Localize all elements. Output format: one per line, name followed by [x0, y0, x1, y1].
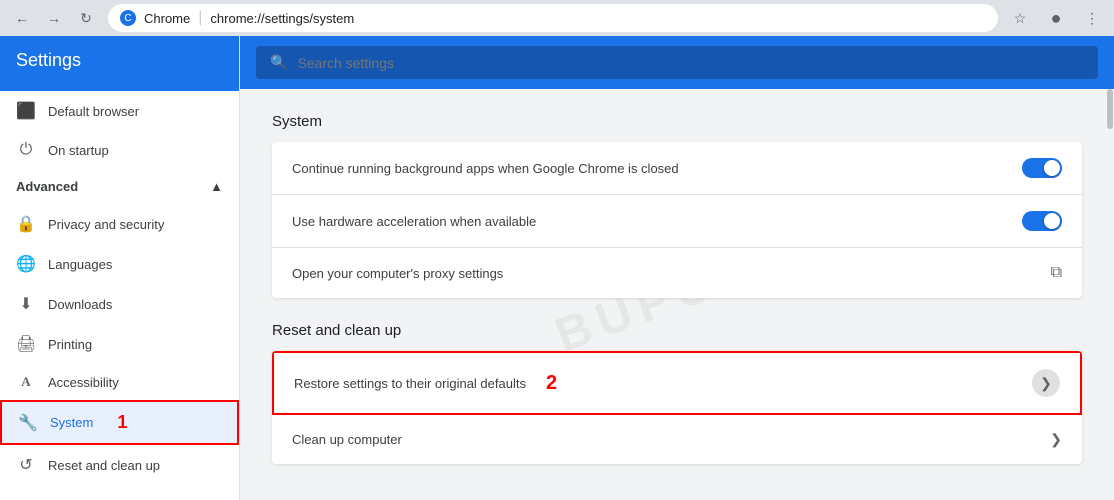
settings-title: Settings	[16, 46, 223, 81]
background-apps-row[interactable]: Continue running background apps when Go…	[272, 142, 1082, 195]
globe-icon: 🌐	[16, 254, 36, 274]
sidebar-item-reset[interactable]: ↺ Reset and clean up	[0, 445, 239, 485]
reset-section-title: Reset and clean up	[272, 322, 1082, 339]
url-text: chrome://settings/system	[210, 11, 354, 26]
search-header: 🔍	[240, 36, 1114, 89]
sidebar-label-system: System	[50, 415, 93, 430]
print-icon: 🖨	[16, 334, 36, 354]
wrench-icon: 🔧	[18, 413, 38, 433]
search-input[interactable]	[297, 55, 1084, 71]
menu-button[interactable]: ⋮	[1078, 4, 1106, 32]
sidebar-item-languages[interactable]: 🌐 Languages	[0, 244, 239, 284]
cleanup-computer-label: Clean up computer	[292, 432, 402, 447]
restore-settings-label: Restore settings to their original defau…	[294, 376, 526, 391]
back-button[interactable]: ←	[8, 4, 36, 32]
background-apps-toggle[interactable]	[1022, 158, 1062, 178]
system-section: System Continue running background apps …	[272, 113, 1082, 298]
restore-settings-row[interactable]: Restore settings to their original defau…	[272, 351, 1082, 415]
hardware-acceleration-label: Use hardware acceleration when available	[292, 214, 536, 229]
star-button[interactable]: ☆	[1006, 4, 1034, 32]
main-area: 🔍 BUPUNK System Continue running backgro…	[240, 36, 1114, 500]
advanced-label: Advanced	[16, 179, 78, 194]
sidebar-label-languages: Languages	[48, 257, 112, 272]
sidebar-label-on-startup: On startup	[48, 143, 109, 158]
content-inner: System Continue running background apps …	[240, 89, 1114, 500]
sidebar-item-downloads[interactable]: ⬇ Downloads	[0, 284, 239, 324]
sidebar-label-downloads: Downloads	[48, 297, 112, 312]
nav-buttons: ← → ↻	[8, 4, 100, 32]
advanced-section-header[interactable]: Advanced ▲	[0, 169, 239, 204]
sidebar-item-accessibility[interactable]: A Accessibility	[0, 364, 239, 400]
sidebar-label-privacy: Privacy and security	[48, 217, 164, 232]
hardware-acceleration-toggle[interactable]	[1022, 211, 1062, 231]
monitor-icon: ⬛	[16, 101, 36, 121]
background-apps-label: Continue running background apps when Go…	[292, 161, 679, 176]
cleanup-chevron-icon: ❯	[1050, 431, 1062, 448]
url-separator: |	[198, 9, 202, 27]
forward-button[interactable]: →	[40, 4, 68, 32]
reset-section: Reset and clean up Restore settings to t…	[272, 322, 1082, 464]
site-icon: C	[120, 10, 136, 26]
browser-bar: ← → ↻ C Chrome | chrome://settings/syste…	[0, 0, 1114, 36]
accessibility-icon: A	[16, 374, 36, 390]
site-name: Chrome	[144, 11, 190, 26]
restore-settings-chevron[interactable]: ❯	[1032, 369, 1060, 397]
sidebar-label-printing: Printing	[48, 337, 92, 352]
external-link-icon: ⧉	[1051, 264, 1062, 282]
sidebar-label-default-browser: Default browser	[48, 104, 139, 119]
reload-button[interactable]: ↻	[72, 4, 100, 32]
proxy-settings-row[interactable]: Open your computer's proxy settings ⧉	[272, 248, 1082, 298]
sidebar-nav: ⬛ Default browser ⏻ On startup Advanced …	[0, 91, 239, 500]
search-bar-wrapper: Settings	[0, 36, 239, 91]
reset-icon: ↺	[16, 455, 36, 475]
lock-icon: 🔒	[16, 214, 36, 234]
download-icon: ⬇	[16, 294, 36, 314]
settings-container: Settings ⬛ Default browser ⏻ On startup …	[0, 36, 1114, 500]
reset-settings-card: Restore settings to their original defau…	[272, 351, 1082, 464]
system-section-title: System	[272, 113, 1082, 130]
sidebar-label-accessibility: Accessibility	[48, 375, 119, 390]
search-bar[interactable]: 🔍	[256, 46, 1098, 79]
sidebar-item-system[interactable]: 🔧 System 1 1	[0, 400, 239, 445]
proxy-settings-label: Open your computer's proxy settings	[292, 266, 503, 281]
sidebar-item-printing[interactable]: 🖨 Printing	[0, 324, 239, 364]
account-button[interactable]: ●	[1042, 4, 1070, 32]
search-icon: 🔍	[270, 54, 287, 71]
power-icon: ⏻	[16, 141, 36, 159]
hardware-acceleration-row[interactable]: Use hardware acceleration when available	[272, 195, 1082, 248]
content-area: BUPUNK System Continue running backgroun…	[240, 89, 1114, 500]
sidebar-item-privacy[interactable]: 🔒 Privacy and security	[0, 204, 239, 244]
sidebar-item-default-browser[interactable]: ⬛ Default browser	[0, 91, 239, 131]
restore-settings-badge: 2	[546, 372, 557, 395]
sidebar-label-reset: Reset and clean up	[48, 458, 160, 473]
cleanup-computer-row[interactable]: Clean up computer ❯	[272, 415, 1082, 464]
address-bar[interactable]: C Chrome | chrome://settings/system	[108, 4, 998, 32]
chevron-up-icon: ▲	[210, 179, 223, 194]
system-settings-card: Continue running background apps when Go…	[272, 142, 1082, 298]
sidebar-item-on-startup[interactable]: ⏻ On startup	[0, 131, 239, 169]
sidebar: Settings ⬛ Default browser ⏻ On startup …	[0, 36, 240, 500]
